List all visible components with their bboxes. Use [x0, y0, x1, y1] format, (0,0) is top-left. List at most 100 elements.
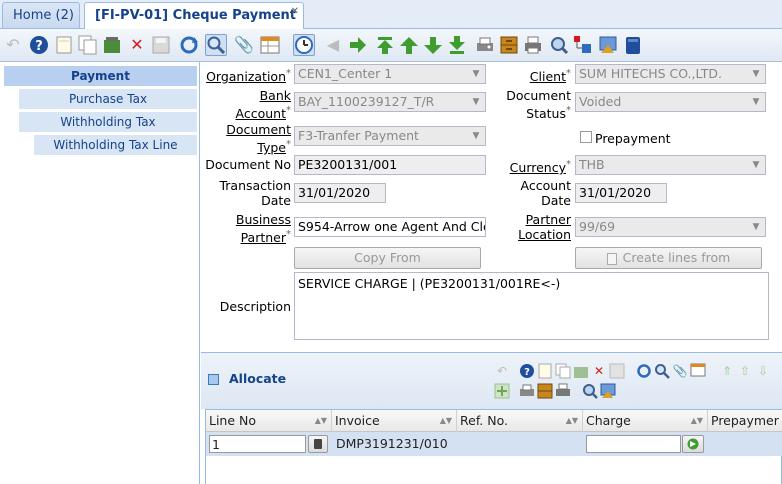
next-record-icon[interactable] [422, 34, 444, 56]
nav-item-withholding-tax-line[interactable]: Withholding Tax Line [34, 135, 197, 155]
chevron-down-icon[interactable]: ▼ [747, 65, 765, 83]
history-icon[interactable] [293, 34, 315, 56]
archive-icon[interactable] [498, 34, 520, 56]
column-header-charge[interactable]: Charge ▲▼ [583, 410, 708, 432]
business-partner-label: Business Partner* [235, 212, 291, 246]
nav-item-payment[interactable]: Payment [4, 66, 197, 86]
new-record-icon[interactable] [537, 363, 553, 379]
last-record-icon[interactable] [446, 34, 468, 56]
chevron-down-icon[interactable]: ▼ [467, 127, 485, 145]
process-icon[interactable] [597, 34, 619, 56]
first-record-icon[interactable]: ⇑ [719, 363, 735, 379]
previous-record-icon[interactable]: ⇧ [737, 363, 753, 379]
allocate-header: Allocate ↶ ? ✕ 📎 ⇑ ⇧ ⇩ [201, 353, 782, 409]
tab-home[interactable]: Home (2) [2, 2, 80, 28]
recycle-icon[interactable] [101, 34, 123, 56]
add-icon[interactable] [494, 383, 510, 399]
allocate-panel: Allocate ↶ ? ✕ 📎 ⇑ ⇧ ⇩ Line No ▲▼ Invoice… [201, 352, 782, 484]
create-lines-from-label: Create lines from [622, 250, 731, 265]
first-record-icon[interactable] [374, 34, 396, 56]
prepayment-checkbox[interactable] [580, 131, 592, 143]
sort-icon: ▲▼ [690, 416, 703, 425]
charge-input[interactable] [586, 435, 681, 453]
collapse-icon[interactable] [208, 374, 219, 385]
zoom-across-icon[interactable] [582, 383, 598, 399]
help-icon[interactable]: ? [519, 363, 535, 379]
currency-label: Currency* [509, 159, 571, 176]
currency-field[interactable]: THB ▼ [575, 155, 766, 175]
find-icon[interactable] [654, 363, 670, 379]
nav-item-purchase-tax[interactable]: Purchase Tax [19, 89, 197, 109]
line-no-input[interactable]: 1 [209, 435, 306, 453]
workflow-icon[interactable] [572, 34, 594, 56]
process-icon[interactable] [600, 383, 616, 399]
archive-icon[interactable] [537, 383, 553, 399]
chevron-down-icon[interactable]: ▼ [747, 218, 765, 236]
bank-account-field[interactable]: BAY_1100239127_T/R ▼ [294, 92, 486, 112]
column-header-line-no[interactable]: Line No ▲▼ [206, 410, 332, 432]
column-header-invoice[interactable]: Invoice ▲▼ [332, 410, 457, 432]
parent-record-icon[interactable]: ◀ [322, 34, 344, 56]
attachment-icon[interactable]: 📎 [672, 363, 688, 379]
grid-toggle-icon[interactable] [690, 363, 706, 379]
sort-icon: ▲▼ [565, 416, 578, 425]
product-info-icon[interactable] [622, 34, 644, 56]
document-status-label: Document Status* [506, 88, 571, 122]
document-type-label: Document Type* [226, 122, 291, 156]
print-icon[interactable] [522, 34, 544, 56]
delete-icon[interactable]: ✕ [126, 34, 148, 56]
attachment-icon[interactable]: 📎 [233, 34, 255, 56]
organization-field[interactable]: CEN1_Center 1 ▼ [294, 64, 486, 84]
column-header-ref-no[interactable]: Ref. No. ▲▼ [457, 410, 583, 432]
chevron-down-icon[interactable]: ▼ [467, 65, 485, 83]
partner-location-field[interactable]: 99/69 ▼ [575, 217, 766, 237]
tab-bar: Home (2) [FI-PV-01] Cheque Payment ✕ [0, 0, 782, 29]
new-record-icon[interactable] [53, 34, 75, 56]
tab-cheque-payment[interactable]: [FI-PV-01] Cheque Payment ✕ [84, 2, 304, 29]
chevron-down-icon[interactable]: ▼ [747, 93, 765, 111]
charge-lookup-icon[interactable] [682, 435, 704, 453]
save-icon[interactable] [609, 363, 625, 379]
grid-toggle-icon[interactable] [259, 34, 281, 56]
document-type-field[interactable]: F3-Tranfer Payment ▼ [294, 126, 486, 146]
close-tab-icon[interactable]: ✕ [291, 6, 299, 17]
business-partner-field[interactable]: S954-Arrow one Agent And Cle [294, 217, 486, 237]
zoom-across-icon[interactable] [548, 34, 570, 56]
report-icon[interactable] [474, 34, 496, 56]
chevron-down-icon[interactable]: ▼ [747, 156, 765, 174]
undo-icon[interactable]: ↶ [494, 363, 510, 379]
document-no-label: Document No [205, 157, 291, 172]
client-field[interactable]: SUM HITECHS CO.,LTD. ▼ [575, 64, 766, 84]
document-no-field[interactable]: PE3200131/001 [294, 155, 486, 175]
recycle-icon[interactable] [573, 363, 589, 379]
document-status-field[interactable]: Voided ▼ [575, 92, 766, 112]
create-lines-from-button[interactable]: Create lines from [575, 247, 762, 269]
column-header-prepayment[interactable]: Prepaymer [708, 410, 782, 432]
account-date-field[interactable]: 31/01/2020 [575, 183, 667, 203]
refresh-icon[interactable] [636, 363, 652, 379]
detail-record-icon[interactable] [346, 34, 368, 56]
copy-record-icon[interactable] [555, 363, 571, 379]
report-icon[interactable] [519, 383, 535, 399]
copy-from-button[interactable]: Copy From [294, 247, 481, 269]
nav-item-withholding-tax[interactable]: Withholding Tax [19, 112, 197, 132]
delete-icon[interactable]: ✕ [591, 363, 607, 379]
save-icon[interactable] [150, 34, 172, 56]
find-icon[interactable] [205, 34, 227, 56]
payment-form: Organization* CEN1_Center 1 ▼ Client* SUM… [201, 62, 782, 352]
table-row[interactable]: 1 DMP3191231/010 [206, 432, 782, 456]
undo-icon[interactable]: ↶ [2, 34, 24, 56]
prepayment-label: Prepayment [595, 131, 671, 146]
description-field[interactable]: SERVICE CHARGE | (PE3200131/001RE<-) [294, 272, 769, 340]
next-record-icon[interactable]: ⇩ [755, 363, 771, 379]
print-icon[interactable] [555, 383, 571, 399]
chevron-down-icon[interactable]: ▼ [467, 93, 485, 111]
sort-icon: ▲▼ [439, 416, 452, 425]
refresh-icon[interactable] [178, 34, 200, 56]
previous-record-icon[interactable] [398, 34, 420, 56]
help-icon[interactable]: ? [28, 34, 50, 56]
copy-record-icon[interactable] [77, 34, 99, 56]
grid-header: Line No ▲▼ Invoice ▲▼ Ref. No. ▲▼ Charge ▲▼ … [206, 410, 782, 432]
line-no-lookup-icon[interactable] [308, 435, 328, 453]
transaction-date-field[interactable]: 31/01/2020 [294, 183, 386, 203]
